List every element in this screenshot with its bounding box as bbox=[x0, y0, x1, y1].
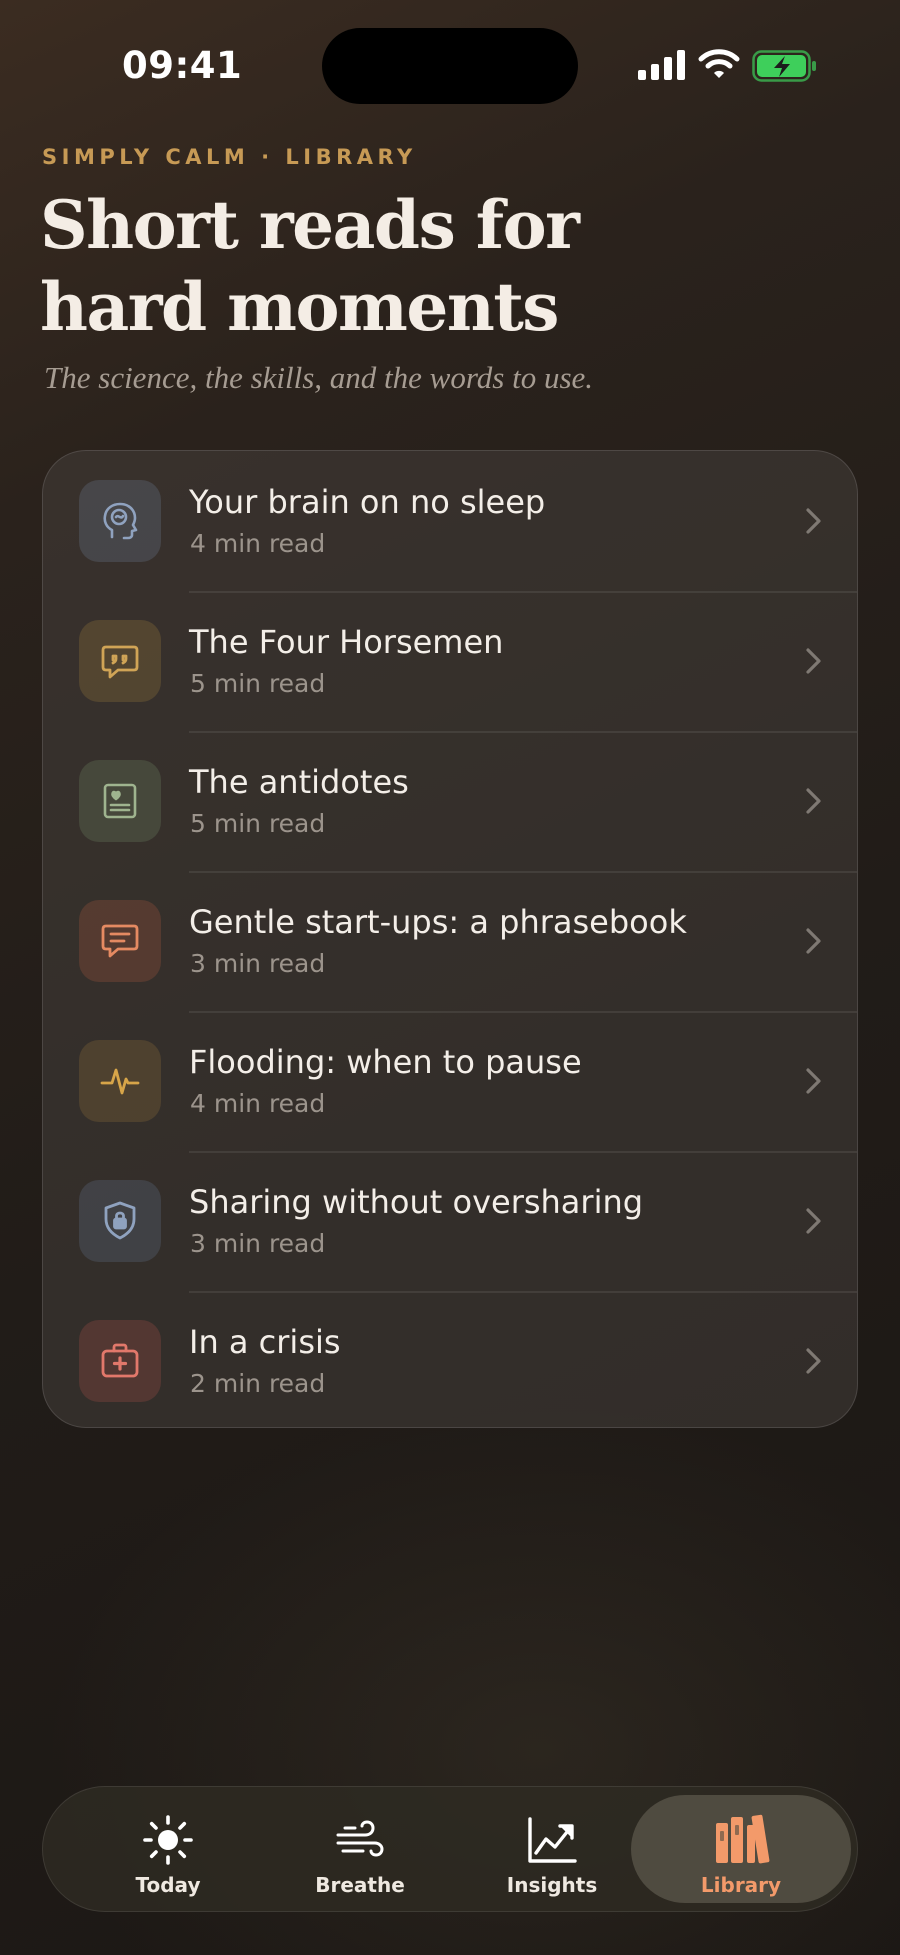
tab-library[interactable]: Library bbox=[631, 1795, 851, 1903]
wind-icon bbox=[336, 1820, 384, 1857]
chevron-right-icon bbox=[806, 1348, 821, 1374]
article-read-time: 3 min read bbox=[190, 949, 326, 978]
cellular-signal-icon bbox=[638, 50, 685, 80]
article-row-flooding[interactable]: Flooding: when to pause 4 min read bbox=[43, 1011, 857, 1151]
article-read-time: 5 min read bbox=[190, 809, 326, 838]
heart-note-icon bbox=[79, 760, 161, 842]
battery-charging-icon bbox=[752, 50, 816, 82]
chevron-right-icon bbox=[806, 1068, 821, 1094]
article-title: Gentle start-ups: a phrasebook bbox=[189, 903, 687, 941]
article-read-time: 4 min read bbox=[190, 1089, 326, 1118]
article-read-time: 3 min read bbox=[190, 1229, 326, 1258]
tab-label: Today bbox=[135, 1873, 201, 1897]
article-row-antidotes[interactable]: The antidotes 5 min read bbox=[43, 731, 857, 871]
tab-label: Insights bbox=[506, 1873, 598, 1897]
status-bar: 09:41 bbox=[0, 0, 900, 130]
chevron-right-icon bbox=[806, 928, 821, 954]
first-aid-kit-icon bbox=[79, 1320, 161, 1402]
article-row-crisis[interactable]: In a crisis 2 min read bbox=[43, 1291, 857, 1427]
status-time: 09:41 bbox=[122, 44, 243, 87]
page-title: Short reads for hard moments bbox=[40, 186, 580, 346]
app-section-eyebrow: SIMPLY CALM · LIBRARY bbox=[42, 145, 417, 169]
pulse-icon bbox=[79, 1040, 161, 1122]
message-lines-icon bbox=[79, 900, 161, 982]
dynamic-island bbox=[322, 28, 578, 104]
article-row-four-horsemen[interactable]: The Four Horsemen 5 min read bbox=[43, 591, 857, 731]
article-title: In a crisis bbox=[189, 1323, 341, 1361]
tab-today[interactable]: Today bbox=[73, 1795, 263, 1903]
article-title: Your brain on no sleep bbox=[189, 483, 546, 521]
article-title: Sharing without oversharing bbox=[189, 1183, 644, 1221]
tab-insights[interactable]: Insights bbox=[457, 1795, 647, 1903]
wifi-icon bbox=[698, 49, 740, 78]
books-icon bbox=[716, 1814, 770, 1864]
article-read-time: 4 min read bbox=[190, 529, 326, 558]
brain-icon bbox=[79, 480, 161, 562]
article-row-brain-sleep[interactable]: Your brain on no sleep 4 min read bbox=[43, 451, 857, 591]
trend-chart-icon bbox=[528, 1817, 577, 1863]
tab-label: Library bbox=[700, 1873, 782, 1897]
tab-bar: Today Breathe Insights Library bbox=[42, 1786, 858, 1912]
chevron-right-icon bbox=[806, 1208, 821, 1234]
article-read-time: 5 min read bbox=[190, 669, 326, 698]
articles-list: Your brain on no sleep 4 min read The Fo… bbox=[42, 450, 858, 1428]
article-title: The Four Horsemen bbox=[189, 623, 504, 661]
shield-lock-icon bbox=[79, 1180, 161, 1262]
chevron-right-icon bbox=[806, 788, 821, 814]
tab-label: Breathe bbox=[315, 1873, 405, 1897]
quote-bubble-icon bbox=[79, 620, 161, 702]
article-title: The antidotes bbox=[189, 763, 409, 801]
sun-icon bbox=[143, 1815, 193, 1865]
page-subtitle: The science, the skills, and the words t… bbox=[44, 360, 594, 395]
chevron-right-icon bbox=[806, 508, 821, 534]
tab-breathe[interactable]: Breathe bbox=[265, 1795, 455, 1903]
article-title: Flooding: when to pause bbox=[189, 1043, 582, 1081]
article-row-gentle-startups[interactable]: Gentle start-ups: a phrasebook 3 min rea… bbox=[43, 871, 857, 1011]
article-row-sharing[interactable]: Sharing without oversharing 3 min read bbox=[43, 1151, 857, 1291]
chevron-right-icon bbox=[806, 648, 821, 674]
article-read-time: 2 min read bbox=[190, 1369, 326, 1398]
